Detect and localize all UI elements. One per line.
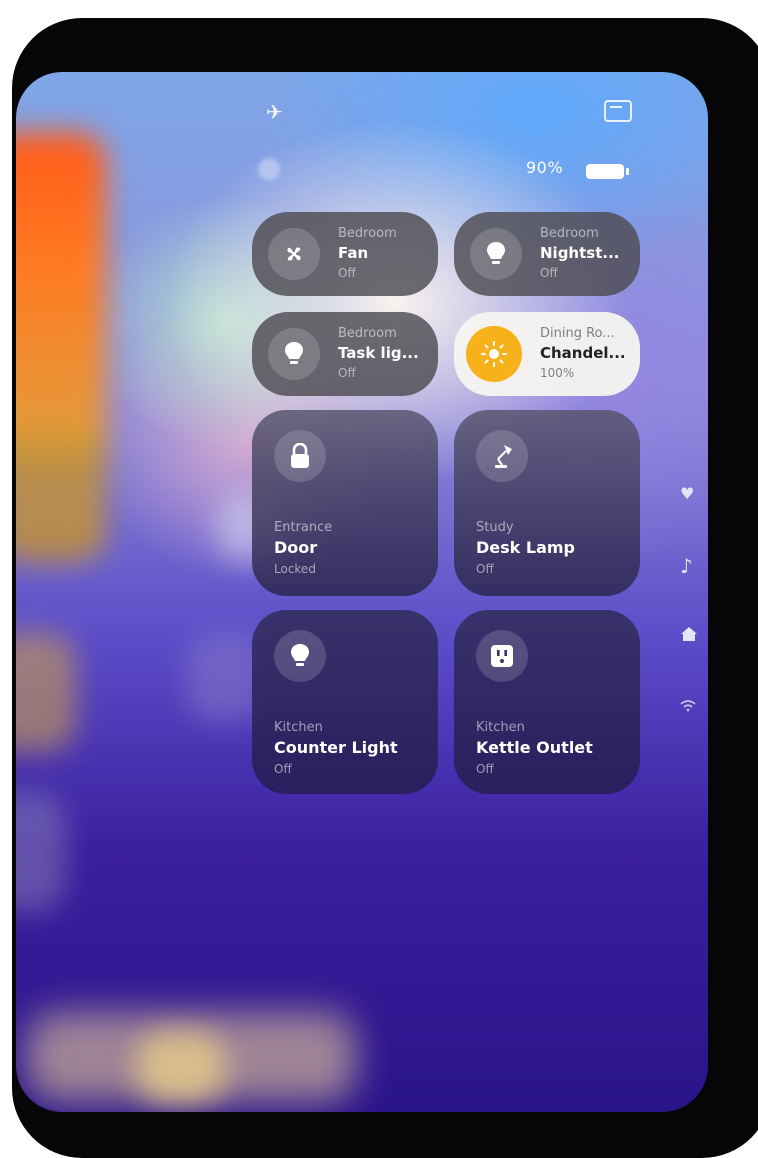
- tile-kitchen-counter-light[interactable]: Kitchen Counter Light Off: [252, 610, 438, 794]
- tile-room: Bedroom: [338, 226, 397, 241]
- tile-state: Off: [540, 266, 558, 280]
- lightbulb-icon: [268, 328, 320, 380]
- desk-lamp-icon: [476, 430, 528, 482]
- tile-entrance-door[interactable]: Entrance Door Locked: [252, 410, 438, 596]
- tile-name: Door: [274, 538, 318, 557]
- screen: ✈ 90% Bedroom Fan Off Bedroom Nightst...…: [16, 72, 708, 1112]
- wifi-icon[interactable]: [680, 700, 696, 715]
- tile-room: Kitchen: [476, 720, 525, 735]
- blurred-widget: [16, 132, 106, 462]
- tile-state: Off: [476, 562, 494, 576]
- status-indicator: [258, 158, 280, 180]
- tile-bedroom-fan[interactable]: Bedroom Fan Off: [252, 212, 438, 296]
- tile-room: Dining Ro...: [540, 326, 615, 341]
- tile-kitchen-kettle-outlet[interactable]: Kitchen Kettle Outlet Off: [454, 610, 640, 794]
- tile-room: Entrance: [274, 520, 333, 535]
- blurred-widget: [16, 632, 76, 752]
- tile-name: Desk Lamp: [476, 538, 575, 557]
- blurred-widget: [16, 432, 106, 562]
- tile-room: Kitchen: [274, 720, 323, 735]
- lightbulb-icon: [274, 630, 326, 682]
- outlet-icon: [476, 630, 528, 682]
- tile-name: Fan: [338, 244, 369, 262]
- tile-bedroom-nightstand[interactable]: Bedroom Nightst... Off: [454, 212, 640, 296]
- music-note-icon[interactable]: ♪: [680, 554, 693, 578]
- tile-state: Off: [476, 762, 494, 776]
- tile-state: Off: [338, 366, 356, 380]
- tile-name: Nightst...: [540, 244, 620, 262]
- heart-icon[interactable]: ♥: [680, 484, 694, 503]
- screen-mirroring-icon[interactable]: [604, 100, 632, 122]
- tile-name: Chandel...: [540, 344, 626, 362]
- tile-room: Bedroom: [338, 326, 397, 341]
- battery-percentage: 90%: [526, 158, 564, 177]
- tile-name: Counter Light: [274, 738, 398, 757]
- tile-name: Kettle Outlet: [476, 738, 593, 757]
- blurred-widget: [16, 792, 66, 912]
- tile-room: Bedroom: [540, 226, 599, 241]
- airplane-mode-icon[interactable]: ✈: [266, 100, 283, 124]
- fan-icon: [268, 228, 320, 280]
- tile-state: Locked: [274, 562, 316, 576]
- battery-icon: [586, 164, 629, 179]
- tile-room: Study: [476, 520, 514, 535]
- tile-bedroom-task-light[interactable]: Bedroom Task lig... Off: [252, 312, 438, 396]
- home-icon[interactable]: [680, 626, 698, 646]
- sun-icon: [466, 326, 522, 382]
- tile-dining-room-chandelier[interactable]: Dining Ro... Chandel... 100%: [454, 312, 640, 396]
- tile-study-desk-lamp[interactable]: Study Desk Lamp Off: [454, 410, 640, 596]
- tile-name: Task lig...: [338, 344, 419, 362]
- blurred-dock-app: [136, 1032, 226, 1102]
- lock-icon: [274, 430, 326, 482]
- tile-state: 100%: [540, 366, 575, 380]
- tile-state: Off: [274, 762, 292, 776]
- lightbulb-icon: [470, 228, 522, 280]
- tile-state: Off: [338, 266, 356, 280]
